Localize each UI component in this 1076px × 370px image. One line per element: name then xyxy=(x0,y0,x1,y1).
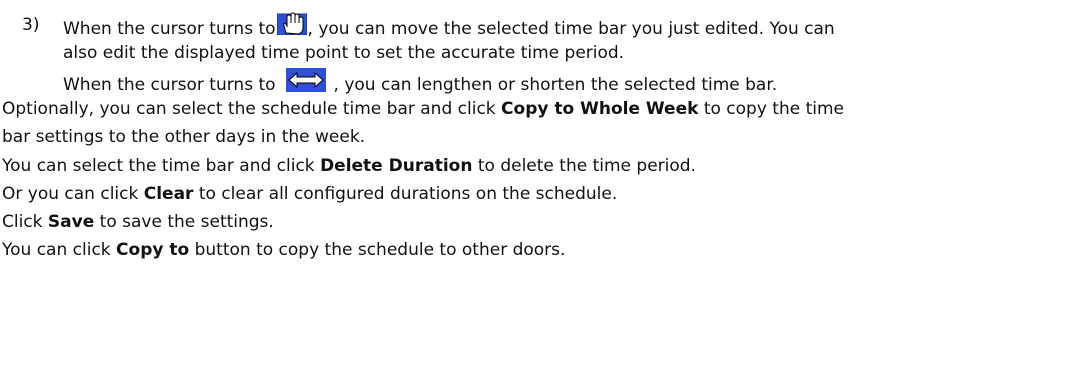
para-copy-to: You can click Copy to button to copy the… xyxy=(2,239,565,261)
clear-label: Clear xyxy=(143,184,194,204)
step3-line3-after: , you can lengthen or shorten the select… xyxy=(333,75,778,95)
para-save: Click Save to save the settings. xyxy=(2,211,274,233)
step3-line1: When the cursor turns to , you can move … xyxy=(63,11,835,40)
text: Optionally, you can select the schedule … xyxy=(2,99,502,119)
step3-line1-before: When the cursor turns to xyxy=(63,19,276,39)
para-delete: You can select the time bar and click De… xyxy=(2,155,696,177)
para-copy-week-line2: bar settings to the other days in the we… xyxy=(2,127,366,147)
step3-line2: also edit the displayed time point to se… xyxy=(63,43,625,63)
step3-line1-after: , you can move the selected time bar you… xyxy=(307,19,835,39)
copy-to-whole-week-label: Copy to Whole Week xyxy=(501,99,699,119)
copy-to-label: Copy to xyxy=(116,240,190,260)
text: Click xyxy=(2,212,48,232)
hand-cursor-icon xyxy=(276,11,308,36)
step3-line3: When the cursor turns to , you can lengt… xyxy=(63,68,778,96)
para-copy-week-line1: Optionally, you can select the schedule … xyxy=(2,98,844,120)
text: You can select the time bar and click xyxy=(2,156,321,176)
horizontal-resize-cursor-icon xyxy=(285,68,326,92)
step-number: 3) xyxy=(22,15,40,35)
text: to save the settings. xyxy=(94,212,274,232)
step3-line3-before: When the cursor turns to xyxy=(63,75,276,95)
text: to delete the time period. xyxy=(472,156,696,176)
delete-duration-label: Delete Duration xyxy=(320,156,473,176)
text: You can click xyxy=(2,240,117,260)
text: Or you can click xyxy=(2,184,144,204)
text: to copy the time xyxy=(698,99,845,119)
text: to clear all configured durations on the… xyxy=(193,184,618,204)
para-clear: Or you can click Clear to clear all conf… xyxy=(2,183,617,205)
save-label: Save xyxy=(47,212,95,232)
text: button to copy the schedule to other doo… xyxy=(189,240,566,260)
